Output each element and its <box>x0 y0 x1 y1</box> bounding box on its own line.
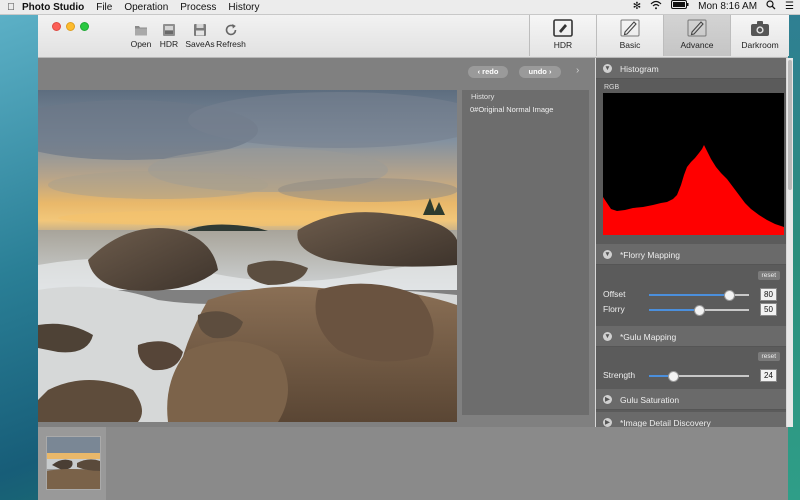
hdr-label: HDR <box>159 39 179 49</box>
history-panel: History 0#Original Normal Image <box>462 90 589 415</box>
hdr-button[interactable]: HDR <box>153 23 185 49</box>
photo-thumbnail[interactable] <box>46 436 101 490</box>
undo-arrow-icon: › <box>548 67 552 76</box>
florry-mapping-section-header[interactable]: ▼ *Florry Mapping <box>596 244 786 265</box>
scrollbar-thumb[interactable] <box>788 60 792 190</box>
mode-hdr-label: HDR <box>553 40 573 50</box>
filmstrip <box>38 427 788 500</box>
image-detail-title: *Image Detail Discovery <box>620 417 711 427</box>
hdr-mode-icon <box>553 19 573 37</box>
menu-bar:  Photo Studio File Operation Process Hi… <box>0 0 800 15</box>
battery-icon[interactable] <box>671 0 689 14</box>
florry-mapping-title: *Florry Mapping <box>620 249 680 260</box>
histogram-section-header[interactable]: ▼ Histogram <box>596 58 786 79</box>
offset-label: Offset <box>603 289 626 299</box>
mode-advance-label: Advance <box>680 40 714 50</box>
menu-operation[interactable]: Operation <box>124 2 168 13</box>
gulu-saturation-section-header[interactable]: ▶ Gulu Saturation <box>596 389 786 410</box>
chevron-right-icon: ▶ <box>603 395 612 405</box>
chevron-right-icon: ▶ <box>603 418 612 427</box>
histogram-chart <box>603 93 784 235</box>
app-menu[interactable]: Photo Studio <box>22 2 84 13</box>
mode-advance-tab[interactable]: Advance <box>663 15 730 56</box>
offset-slider-fill <box>649 294 729 296</box>
strength-slider[interactable] <box>649 371 749 382</box>
menu-history[interactable]: History <box>228 2 259 13</box>
close-window-button[interactable] <box>52 22 61 31</box>
redo-label: redo <box>482 67 499 76</box>
mode-basic-label: Basic <box>619 40 641 50</box>
minimize-window-button[interactable] <box>66 22 75 31</box>
mode-hdr-tab[interactable]: HDR <box>529 15 596 56</box>
strength-slider-knob[interactable] <box>668 371 679 382</box>
redo-arrow-icon: ‹ <box>477 67 481 76</box>
strength-value[interactable]: 24 <box>760 369 777 382</box>
image-detail-section-header[interactable]: ▶ *Image Detail Discovery <box>596 412 786 427</box>
gulu-mapping-section-header[interactable]: ▼ *Gulu Mapping <box>596 326 786 347</box>
offset-slider[interactable] <box>649 290 749 301</box>
histogram-area <box>603 145 784 235</box>
notification-center-icon[interactable]: ☰ <box>785 0 794 14</box>
wifi-icon[interactable] <box>650 0 662 15</box>
apple-icon[interactable]:  <box>0 2 22 13</box>
app-window: Open HDR SaveAs Refresh HDR Basic Advanc… <box>38 15 793 500</box>
histogram-title: Histogram <box>620 63 659 74</box>
menu-process[interactable]: Process <box>180 2 216 13</box>
clock[interactable]: Mon 8:16 AM <box>698 0 757 14</box>
panel-scrollbar[interactable] <box>787 58 793 427</box>
gulu-saturation-title: Gulu Saturation <box>620 394 680 405</box>
florry-slider[interactable] <box>649 305 749 316</box>
hdr-icon <box>163 24 175 36</box>
pencil-icon <box>620 19 640 37</box>
adjustment-panel: ▼ Histogram RGB ▼ *Florry Mapping reset Of… <box>596 58 786 427</box>
open-label: Open <box>130 39 152 49</box>
spotlight-icon[interactable] <box>766 0 776 15</box>
saveas-button[interactable]: SaveAs <box>184 23 216 49</box>
main-photo[interactable] <box>38 90 457 422</box>
offset-slider-knob[interactable] <box>724 290 735 301</box>
zoom-window-button[interactable] <box>80 22 89 31</box>
histogram-channel-label: RGB <box>604 84 620 91</box>
gulu-mapping-title: *Gulu Mapping <box>620 331 677 342</box>
undo-label: undo <box>528 67 547 76</box>
florry-slider-fill <box>649 309 699 311</box>
chevron-down-icon: ▼ <box>603 250 612 260</box>
chevron-down-icon: ▼ <box>603 332 612 342</box>
expand-arrow-icon[interactable]: › <box>576 65 579 76</box>
history-item[interactable]: 0#Original Normal Image <box>462 103 589 116</box>
extras-icon[interactable]: ✻ <box>633 0 641 14</box>
florry-reset-button[interactable]: reset <box>757 271 780 280</box>
strength-label: Strength <box>603 370 636 380</box>
florry-value[interactable]: 50 <box>760 303 777 316</box>
mode-darkroom-label: Darkroom <box>741 40 779 50</box>
undo-button[interactable]: undo › <box>519 66 561 78</box>
offset-value[interactable]: 80 <box>760 288 777 301</box>
florry-slider-knob[interactable] <box>694 305 705 316</box>
history-title: History <box>471 92 495 101</box>
mode-darkroom-tab[interactable]: Darkroom <box>730 15 789 56</box>
saveas-label: SaveAs <box>185 39 215 49</box>
camera-icon <box>751 21 769 36</box>
toolbar: Open HDR SaveAs Refresh HDR Basic Advanc… <box>38 15 789 58</box>
folder-icon <box>135 26 147 36</box>
refresh-label: Refresh <box>216 39 246 49</box>
refresh-button[interactable]: Refresh <box>215 23 247 49</box>
refresh-icon <box>225 24 237 36</box>
save-icon <box>194 24 206 36</box>
editor-area: ‹ redo undo › › History 0#Original Norma… <box>38 58 595 427</box>
florry-label: Florry <box>603 304 625 314</box>
redo-button[interactable]: ‹ redo <box>468 66 508 78</box>
gulu-reset-button[interactable]: reset <box>757 352 780 361</box>
pencil-icon <box>687 19 707 37</box>
chevron-down-icon: ▼ <box>603 64 612 74</box>
mode-basic-tab[interactable]: Basic <box>596 15 663 56</box>
menu-file[interactable]: File <box>96 2 112 13</box>
filmstrip-selected-cell[interactable] <box>38 427 106 500</box>
